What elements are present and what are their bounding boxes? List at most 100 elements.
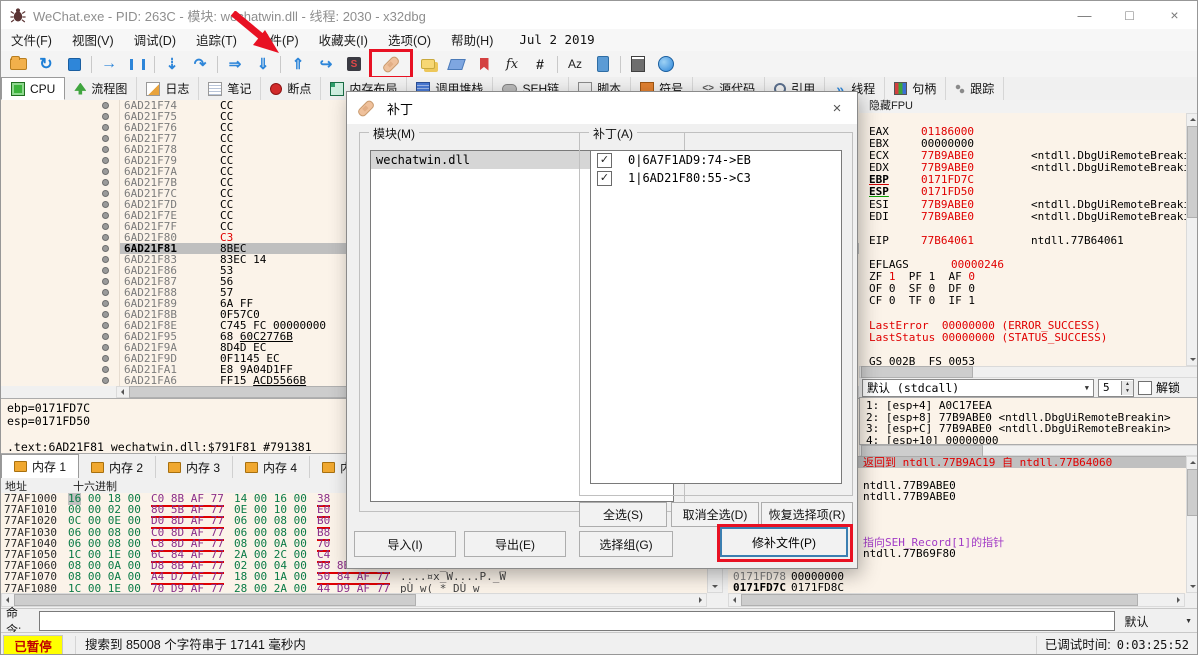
memory-tab-3[interactable]: 内存 3 [156, 456, 234, 479]
memory-tab-4[interactable]: 内存 4 [233, 456, 311, 479]
tab-handles[interactable]: 句柄 [885, 77, 947, 100]
register-line[interactable]: EAX 01186000 [869, 125, 1196, 138]
patch-list-item[interactable]: ✓ 0|6A7F1AD9:74->EB [591, 151, 841, 169]
menu-item-2[interactable]: 调试(D) [124, 28, 186, 52]
scrollbar-thumb[interactable] [741, 594, 1138, 606]
menu-item-5[interactable]: 收藏夹(I) [309, 28, 378, 52]
scrollbar-thumb[interactable] [1186, 469, 1197, 516]
scrollbar-thumb[interactable] [861, 444, 983, 457]
breakpoint-dot[interactable] [102, 113, 109, 120]
scroll-down-icon[interactable] [1187, 580, 1198, 592]
breakpoint-dot[interactable] [102, 311, 109, 318]
register-line[interactable]: EDX 77B9ABE0 <ntdll.DbgUiRemoteBreakin> [869, 162, 1196, 174]
breakpoint-dot[interactable] [102, 289, 109, 296]
step-over-button[interactable] [187, 53, 213, 76]
breakpoint-dot[interactable] [102, 146, 109, 153]
breakpoint-dot[interactable] [102, 234, 109, 241]
breakpoint-dot[interactable] [102, 223, 109, 230]
breakpoint-dot[interactable] [102, 102, 109, 109]
registers-horizontal-scrollbar[interactable] [859, 366, 1197, 378]
unlock-checkbox[interactable] [1138, 380, 1152, 395]
register-line[interactable]: EBP 0171FD7C [869, 174, 1196, 186]
patch-dialog-titlebar[interactable]: 补丁 × [347, 92, 857, 124]
registers-vertical-scrollbar[interactable] [1186, 113, 1198, 366]
tab-trace[interactable]: 跟踪 [946, 77, 1005, 100]
scroll-down-icon[interactable] [1187, 353, 1198, 365]
breakpoint-dot[interactable] [102, 333, 109, 340]
scroll-right-icon[interactable] [1172, 594, 1184, 606]
stack-vertical-scrollbar[interactable] [1186, 456, 1198, 593]
breakpoint-dot[interactable] [102, 278, 109, 285]
import-button[interactable]: 导入(I) [354, 531, 456, 557]
font-settings-button[interactable] [562, 53, 588, 76]
maximize-button[interactable]: □ [1107, 1, 1152, 29]
run-to-user-code-button[interactable] [313, 53, 339, 76]
breakpoint-dot[interactable] [102, 322, 109, 329]
menu-item-3[interactable]: 追踪(T) [186, 28, 247, 52]
breakpoint-dot[interactable] [102, 366, 109, 373]
memory-tab-2[interactable]: 内存 2 [79, 456, 157, 479]
breakpoint-dot[interactable] [102, 212, 109, 219]
notify-button[interactable] [590, 53, 616, 76]
breakpoint-dot[interactable] [102, 377, 109, 384]
minimize-button[interactable]: — [1062, 1, 1107, 29]
execute-till-return-button[interactable] [285, 53, 311, 76]
export-button[interactable]: 导出(E) [464, 531, 566, 557]
register-line[interactable]: LastStatus 00000000 (STATUS_SUCCESS) [869, 331, 1196, 344]
scroll-right-icon[interactable] [694, 594, 706, 606]
patch-file-button[interactable]: 修补文件(P) [720, 527, 848, 557]
breakpoint-dot[interactable] [102, 124, 109, 131]
scrollbar-thumb[interactable] [1186, 126, 1197, 218]
breakpoint-dot[interactable] [102, 245, 109, 252]
labels-button[interactable] [443, 53, 469, 76]
pick-group-button[interactable]: 选择组(G) [579, 531, 673, 557]
website-button[interactable] [653, 53, 679, 76]
scroll-down-icon[interactable] [709, 580, 721, 592]
register-line[interactable] [869, 247, 1196, 259]
stack-row[interactable]: 0171FD7C 0171FD8C [728, 582, 1186, 594]
step-down-button[interactable] [250, 53, 276, 76]
patch-checkbox[interactable]: ✓ [597, 152, 612, 168]
breakpoint-dot[interactable] [102, 201, 109, 208]
breakpoint-dot[interactable] [102, 344, 109, 351]
dump-horizontal-scrollbar[interactable] [1, 593, 707, 607]
pause-button[interactable] [124, 53, 150, 76]
menu-item-7[interactable]: 帮助(H) [441, 28, 503, 52]
tab-notes[interactable]: 笔记 [199, 77, 262, 100]
run-until-button[interactable] [222, 53, 248, 76]
functions-button[interactable] [499, 53, 525, 76]
command-mode-dropdown[interactable]: 默认 ▼ [1120, 612, 1198, 630]
patches-list[interactable]: ✓ 0|6A7F1AD9:74->EB ✓ 1|6AD21F80:55->C3 [590, 150, 842, 484]
calculator-button[interactable] [625, 53, 651, 76]
tab-graph[interactable]: 流程图 [65, 77, 138, 100]
run-button[interactable] [96, 53, 122, 76]
calling-convention-select[interactable]: 默认 (stdcall) ▼ [862, 378, 1094, 397]
breakpoint-dot[interactable] [102, 267, 109, 274]
restart-button[interactable] [33, 53, 59, 76]
comments-button[interactable] [415, 53, 441, 76]
arguments-scrollbar[interactable] [859, 444, 1197, 457]
menu-item-1[interactable]: 视图(V) [62, 28, 124, 52]
open-file-button[interactable] [5, 53, 31, 76]
scroll-left-icon[interactable] [729, 594, 741, 606]
hide-fpu-button[interactable]: 隐藏FPU [859, 100, 1197, 114]
register-line[interactable]: CF 0 TF 0 IF 1 [869, 295, 1196, 307]
scrollbar-thumb[interactable] [861, 366, 973, 378]
tab-breakpoint[interactable]: 断点 [261, 77, 322, 100]
breakpoint-dot[interactable] [102, 135, 109, 142]
scroll-left-icon[interactable] [117, 386, 129, 398]
patch-list-item[interactable]: ✓ 1|6AD21F80:55->C3 [591, 169, 841, 187]
breakpoint-dot[interactable] [102, 157, 109, 164]
scrollbar-thumb[interactable] [14, 594, 416, 606]
dialog-close-button[interactable]: × [817, 92, 857, 124]
patches-button[interactable] [369, 49, 413, 79]
stack-horizontal-scrollbar[interactable] [728, 593, 1185, 607]
step-into-button[interactable] [159, 53, 185, 76]
command-input[interactable] [39, 611, 1115, 631]
breakpoint-dot[interactable] [102, 256, 109, 263]
hash-button[interactable] [527, 53, 553, 76]
close-button[interactable]: × [1152, 1, 1197, 29]
register-line[interactable]: EDI 77B9ABE0 <ntdll.DbgUiRemoteBreakin> [869, 210, 1196, 223]
tab-cpu[interactable]: CPU [1, 77, 66, 100]
breakpoint-dot[interactable] [102, 168, 109, 175]
